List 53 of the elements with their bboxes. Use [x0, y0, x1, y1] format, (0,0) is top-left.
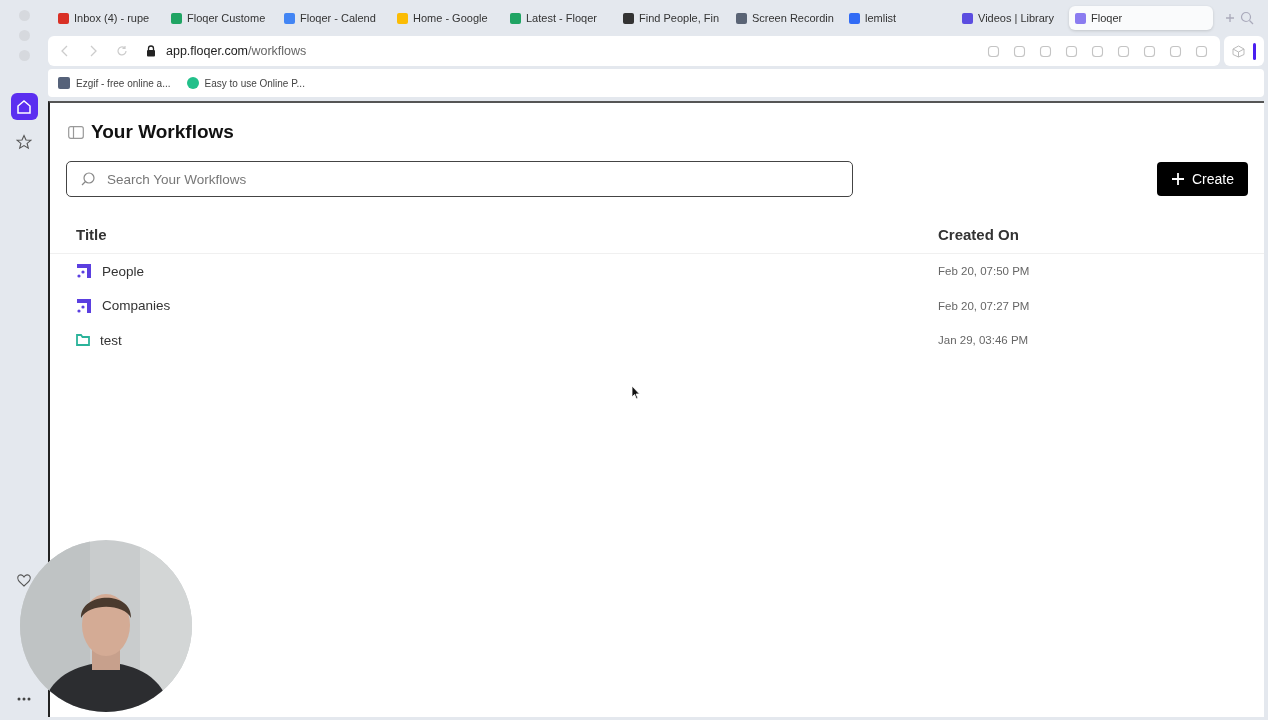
browser-tab[interactable]: Videos | Library: [956, 6, 1067, 30]
back-icon[interactable]: [60, 45, 70, 57]
browser-tab[interactable]: Floqer Custome: [165, 6, 276, 30]
browser-tab[interactable]: Floqer: [1069, 6, 1213, 30]
toolbar-icon[interactable]: [1039, 44, 1052, 58]
browser-tab[interactable]: lemlist: [843, 6, 954, 30]
bookmark[interactable]: Ezgif - free online a...: [58, 77, 171, 89]
heart-icon[interactable]: [16, 572, 32, 588]
workflow-title[interactable]: Companies: [102, 298, 171, 314]
column-header: Title: [76, 226, 108, 243]
home-button[interactable]: [10, 93, 38, 120]
browser-tab[interactable]: Latest - Floqer: [504, 6, 615, 30]
home-icon: [16, 98, 32, 115]
reload-icon[interactable]: [116, 45, 128, 57]
toolbar-icon[interactable]: [1195, 44, 1208, 58]
toolbar-icon[interactable]: [1143, 44, 1156, 58]
browser-tab[interactable]: Home - Google: [391, 6, 502, 30]
plus-icon: [1170, 172, 1185, 186]
url-text: app.floqer.com/workflows: [166, 44, 307, 58]
create-button[interactable]: Create: [1156, 162, 1248, 196]
workflow-title[interactable]: People: [102, 263, 145, 279]
cursor-icon: [631, 385, 641, 400]
bookmark[interactable]: Easy to use Online P...: [186, 77, 305, 89]
table-cell-text: Feb 20, 07:27 PM: [937, 299, 1031, 312]
toolbar-icon[interactable]: [987, 44, 1000, 58]
table-cell-text: Jan 29, 03:46 PM: [937, 334, 1030, 347]
workflow-title[interactable]: test: [100, 332, 122, 348]
browser-tab[interactable]: Floqer - Calend: [278, 6, 389, 30]
sidebar-indicator: [1253, 42, 1256, 60]
toolbar-icon[interactable]: [1065, 44, 1078, 58]
browser-tab[interactable]: Find People, Fin: [617, 6, 728, 30]
workflow-icon: [76, 297, 92, 314]
address-bar[interactable]: app.floqer.com/workflows: [48, 36, 1220, 66]
toolbar-icon[interactable]: [1091, 44, 1104, 58]
workflow-icon: [76, 263, 92, 280]
browser-tab[interactable]: Screen Recordin: [730, 6, 841, 30]
column-header: Created On: [938, 226, 1020, 243]
sidebar-toggle-icon[interactable]: [68, 125, 84, 139]
lock-icon: [146, 45, 156, 57]
toolbar-icon[interactable]: [1169, 44, 1182, 58]
page-title: Your Workflows: [91, 121, 234, 143]
star-icon[interactable]: [16, 134, 32, 150]
toolbar-icon[interactable]: [1117, 44, 1130, 58]
browser-tab[interactable]: Inbox (4) - rupe: [52, 6, 163, 30]
table-cell-text: Feb 20, 07:50 PM: [937, 265, 1031, 278]
forward-icon[interactable]: [88, 45, 98, 57]
folder-icon: [76, 334, 90, 347]
toolbar-icon[interactable]: [1013, 44, 1026, 58]
search-icon[interactable]: [1240, 11, 1254, 25]
search-field[interactable]: Search Your Workflows: [66, 161, 853, 197]
cube-icon[interactable]: [1232, 44, 1245, 58]
new-tab-icon[interactable]: [1225, 13, 1235, 23]
more-icon[interactable]: [16, 696, 32, 702]
